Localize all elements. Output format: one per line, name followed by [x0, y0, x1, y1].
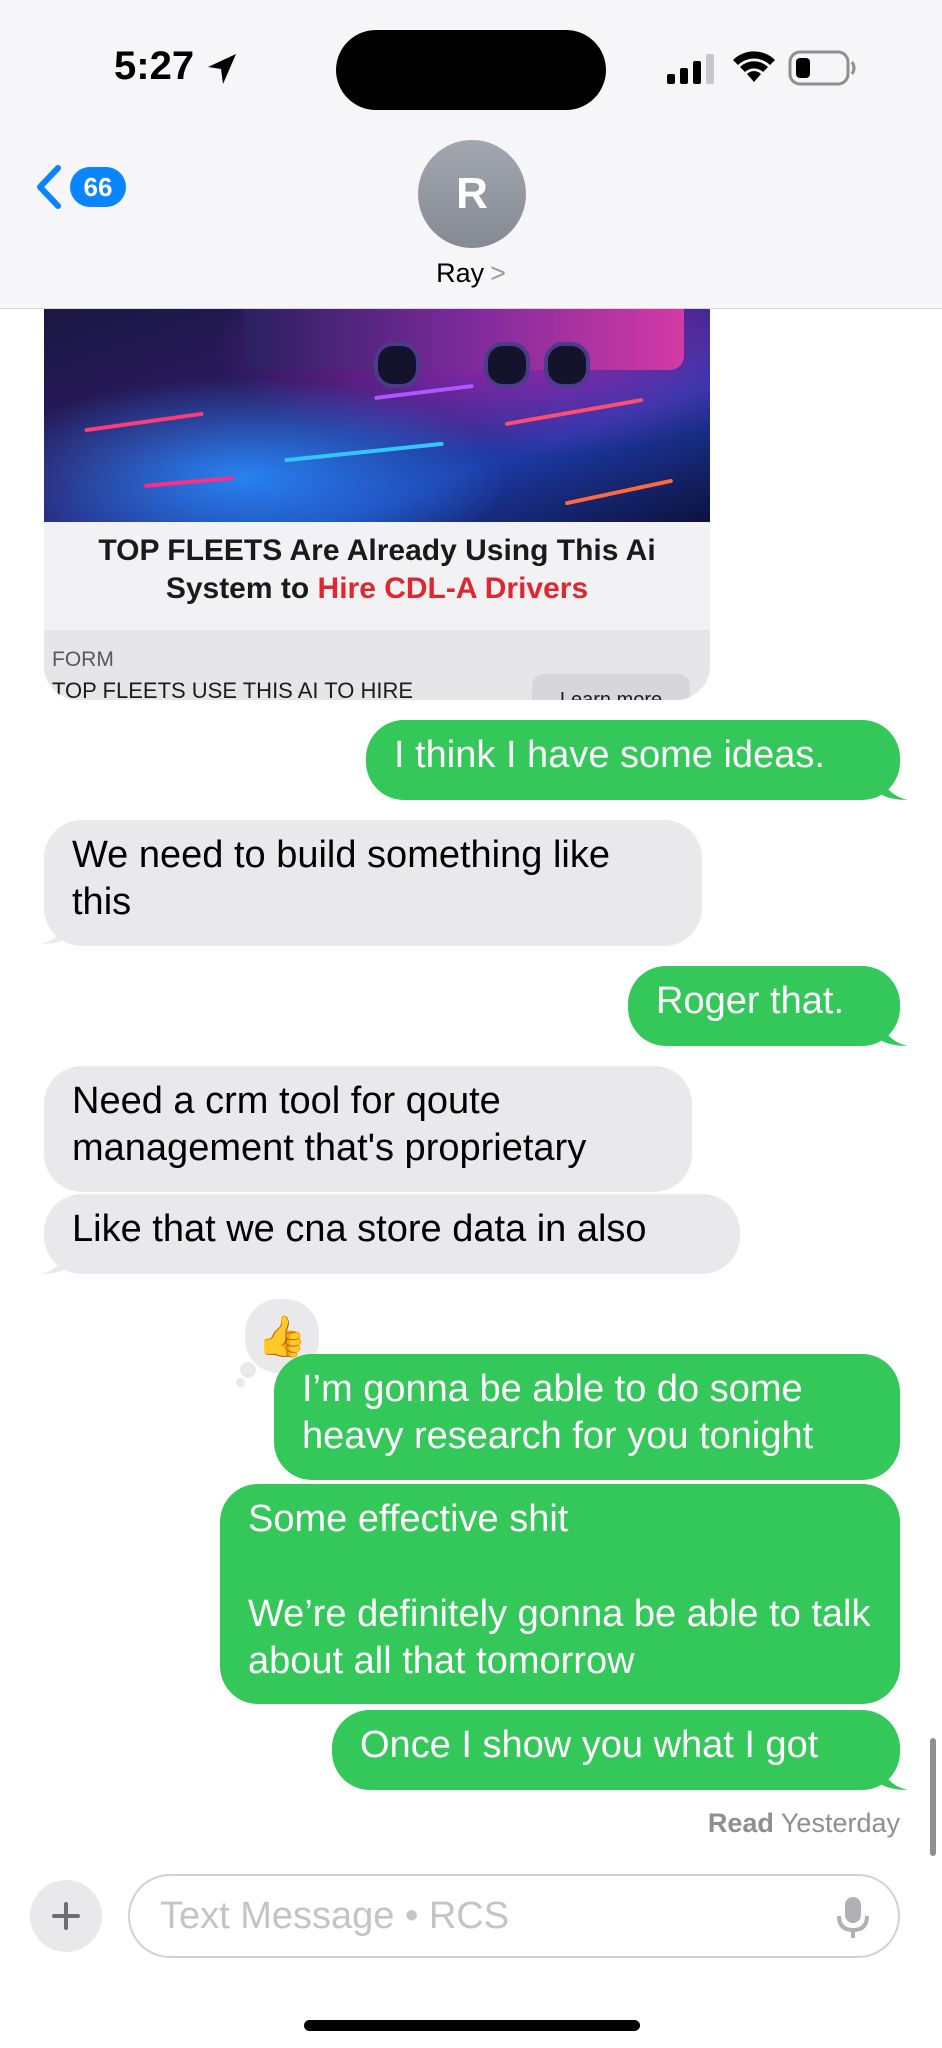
learn-more-button[interactable]: Learn more — [532, 674, 690, 700]
bubble-tail — [878, 1752, 908, 1790]
message-bubble-sent[interactable]: Some effective shit We’re definitely gon… — [220, 1484, 900, 1704]
message-text: Need a crm tool for qoute management tha… — [72, 1080, 587, 1169]
message-line-gap — [248, 1543, 872, 1591]
message-bubble-received[interactable]: Like that we cna store data in also — [44, 1194, 740, 1274]
reaction-tail-dot — [240, 1362, 256, 1378]
unread-count-badge: 66 — [70, 167, 126, 207]
message-input-placeholder: Text Message • RCS — [160, 1895, 510, 1937]
bubble-tail — [878, 1008, 908, 1046]
bubble-tail — [40, 1236, 70, 1274]
message-text: Once I show you what I got — [360, 1724, 819, 1766]
read-receipt: Read Yesterday — [708, 1808, 900, 1839]
contact-name-button[interactable]: Ray > — [0, 258, 942, 289]
light-streak — [504, 397, 644, 427]
status-time: 5:27 — [114, 44, 195, 88]
contact-avatar[interactable]: R — [418, 140, 526, 248]
cellular-signal-icon — [667, 54, 714, 84]
message-text: Some effective shit — [248, 1498, 569, 1540]
message-text: We need to build something like this — [72, 834, 610, 923]
headline-highlight: Hire CDL-A Drivers — [317, 572, 589, 605]
form-title: TOP FLEETS USE THIS AI TO HIRE — [52, 678, 414, 700]
truck-wheel — [484, 342, 530, 388]
message-bubble-sent[interactable]: I’m gonna be able to do some heavy resea… — [274, 1354, 900, 1480]
chevron-left-icon — [37, 165, 61, 209]
home-indicator[interactable] — [304, 2020, 640, 2031]
light-streak — [564, 478, 674, 506]
preview-image — [44, 300, 710, 522]
light-streak — [84, 411, 204, 433]
read-time: Yesterday — [780, 1808, 900, 1838]
message-text: Like that we cna store data in also — [72, 1208, 647, 1250]
truck-illustration — [244, 300, 684, 370]
location-arrow-icon — [208, 54, 236, 84]
bubble-tail — [40, 906, 70, 944]
plus-icon — [52, 1902, 80, 1930]
message-bubble-received[interactable]: Need a crm tool for qoute management tha… — [44, 1066, 692, 1192]
bubble-tail — [878, 762, 908, 800]
preview-headline: TOP FLEETS Are Already Using This Ai Sys… — [44, 522, 710, 630]
message-bubble-received[interactable]: We need to build something like this — [44, 820, 702, 946]
message-bubble-sent[interactable]: Once I show you what I got — [332, 1710, 900, 1790]
message-text: I’m gonna be able to do some heavy resea… — [302, 1368, 814, 1457]
message-input[interactable]: Text Message • RCS — [128, 1874, 900, 1958]
light-streak — [284, 441, 444, 463]
read-status: Read — [707, 1808, 774, 1838]
conversation-header: 5:27 66 R Ray > — [0, 0, 942, 309]
contact-name: Ray — [436, 258, 485, 288]
truck-wheel — [544, 342, 590, 388]
light-streak — [143, 476, 235, 488]
form-label: FORM — [52, 648, 114, 671]
dynamic-island — [336, 30, 606, 110]
message-bubble-sent[interactable]: I think I have some ideas. — [366, 720, 900, 800]
scrollbar[interactable] — [930, 1738, 936, 1856]
message-text: I think I have some ideas. — [394, 734, 825, 776]
preview-footer: FORM TOP FLEETS USE THIS AI TO HIRE Lear… — [44, 630, 710, 700]
wifi-icon — [733, 51, 775, 82]
battery-icon — [788, 50, 856, 86]
back-button[interactable]: 66 — [34, 164, 126, 210]
thumbs-up-icon: 👍 — [257, 1314, 307, 1359]
reaction-tail-dot — [236, 1378, 245, 1387]
message-text: Roger that. — [656, 980, 844, 1022]
message-bubble-sent[interactable]: Roger that. — [628, 966, 900, 1046]
link-preview-card[interactable]: TOP FLEETS Are Already Using This Ai Sys… — [44, 300, 710, 700]
add-attachment-button[interactable] — [30, 1880, 102, 1952]
microphone-icon[interactable] — [836, 1896, 870, 1940]
chevron-right-icon: > — [490, 258, 506, 288]
truck-wheel — [374, 342, 420, 388]
message-text: We’re definitely gonna be able to talk a… — [248, 1593, 871, 1682]
